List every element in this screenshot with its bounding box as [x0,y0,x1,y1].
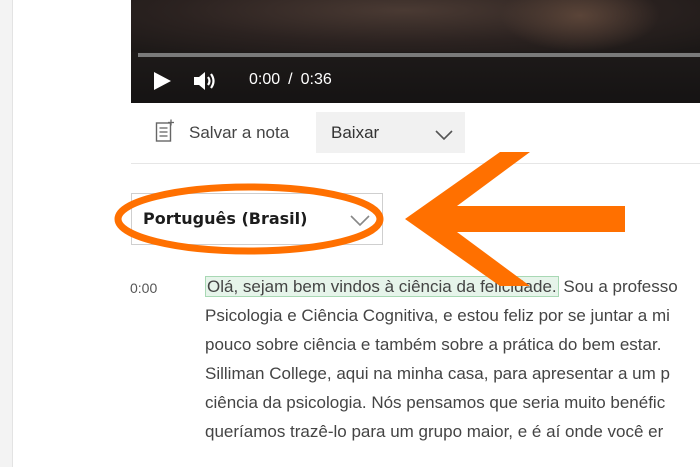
transcript-line[interactable]: ciência da psicologia. Nós pensamos que … [205,388,700,417]
note-icon [155,119,175,147]
current-time: 0:00 [249,71,281,88]
transcript-line: Olá, sejam bem vindos à ciência da felic… [205,272,700,301]
play-icon[interactable] [152,71,172,91]
video-frame-highlight [500,0,660,52]
transcript-timestamp[interactable]: 0:00 [130,280,157,296]
language-select[interactable]: Português (Brasil) [131,193,383,245]
transcript-phrase[interactable]: Sou a professo [559,277,677,296]
time-separator: / [288,71,293,88]
video-player[interactable]: 0:00 / 0:36 [131,0,700,103]
download-dropdown[interactable]: Baixar [316,112,465,153]
volume-icon[interactable] [193,70,219,92]
annotation-arrow [405,152,625,286]
transcript-line[interactable]: pouco sobre ciência e também sobre a prá… [205,330,700,359]
transcript-line[interactable]: queríamos trazê-lo para um grupo maior, … [205,417,700,446]
time-display: 0:00 / 0:36 [249,71,332,89]
language-selected: Português (Brasil) [143,209,308,228]
transcript-line[interactable]: Psicologia e Ciência Cognitiva, e estou … [205,301,700,330]
highlighted-phrase[interactable]: Olá, sejam bem vindos à ciência da felic… [205,276,559,297]
left-rail [0,0,13,467]
duration: 0:36 [300,71,332,88]
transcript-text: Olá, sejam bem vindos à ciência da felic… [205,272,700,446]
video-toolbar: Salvar a nota Baixar [131,103,700,164]
chevron-down-icon [350,212,370,231]
chevron-down-icon [435,126,453,145]
download-label: Baixar [331,122,380,142]
save-note-label: Salvar a nota [189,123,290,142]
progress-bar[interactable] [138,53,700,57]
player-controls: 0:00 / 0:36 [131,60,700,103]
save-note-button[interactable]: Salvar a nota [155,119,289,147]
transcript-line[interactable]: Silliman College, aqui na minha casa, pa… [205,359,700,388]
